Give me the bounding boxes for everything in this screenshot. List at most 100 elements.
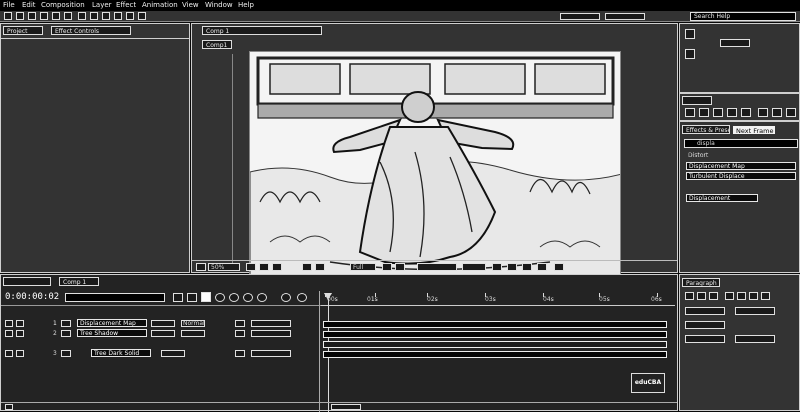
play-icon[interactable] xyxy=(713,108,723,117)
layer-row-2[interactable]: 2 Tree Shadow xyxy=(1,329,321,339)
layer-row-1[interactable]: 1 Displacement Map Normal xyxy=(1,319,321,329)
layer2-mode-select[interactable] xyxy=(181,330,205,337)
justify-right-icon[interactable] xyxy=(749,292,758,300)
flowchart-icon[interactable] xyxy=(537,263,547,271)
indent-left-field[interactable] xyxy=(685,307,725,315)
align-right-icon[interactable] xyxy=(709,292,718,300)
search-help-field[interactable]: Search Help xyxy=(690,12,796,21)
puppet-tool-icon[interactable] xyxy=(138,12,146,20)
layer1-parent-icon[interactable] xyxy=(235,320,245,327)
effect-turbulent-displace[interactable]: Turbulent Displace xyxy=(686,172,796,180)
tab-preview[interactable] xyxy=(682,96,712,105)
tab-composition[interactable]: Comp 1 xyxy=(202,26,322,35)
justify-center-icon[interactable] xyxy=(737,292,746,300)
layer2-name[interactable]: Tree Shadow xyxy=(77,329,147,337)
comp-sub-tab[interactable]: Comp1 xyxy=(202,40,232,49)
justify-left-icon[interactable] xyxy=(725,292,734,300)
layer1-audio-icon[interactable] xyxy=(16,320,24,327)
expand-switches-icon[interactable] xyxy=(5,404,13,410)
stamp-tool-icon[interactable] xyxy=(114,12,122,20)
shy-layers-icon[interactable] xyxy=(215,293,225,302)
menu-help[interactable]: Help xyxy=(238,1,254,9)
layer-row-3[interactable]: 3 Tree Dark Solid xyxy=(1,349,321,359)
brainstorm-icon[interactable] xyxy=(257,293,267,302)
hand-tool-icon[interactable] xyxy=(16,12,24,20)
tab-render-queue[interactable] xyxy=(3,277,51,286)
menu-layer[interactable]: Layer xyxy=(92,1,112,9)
tab-project[interactable]: Project xyxy=(3,26,43,35)
zoom-slider[interactable] xyxy=(331,404,361,410)
first-frame-icon[interactable] xyxy=(685,108,695,117)
graph-editor-icon[interactable] xyxy=(281,293,291,302)
first-line-indent-field[interactable] xyxy=(685,321,725,329)
menu-edit[interactable]: Edit xyxy=(22,1,36,9)
layer3-duration-bar[interactable] xyxy=(323,351,667,358)
layer2-duration-bar[interactable] xyxy=(323,331,667,338)
layer2-parent-select[interactable] xyxy=(251,330,291,337)
toggle-pixel-aspect-icon[interactable] xyxy=(492,263,502,271)
layer2-switches[interactable] xyxy=(151,330,175,337)
resolution-select[interactable]: Full xyxy=(350,263,376,271)
workspace-name[interactable] xyxy=(605,13,645,20)
layer2-audio-icon[interactable] xyxy=(16,330,24,337)
draft-3d-icon[interactable] xyxy=(201,292,211,302)
layer1-parent-select[interactable] xyxy=(251,320,291,327)
work-area-bar[interactable] xyxy=(323,341,667,348)
region-of-interest-icon[interactable] xyxy=(382,263,392,271)
type-tool-icon[interactable] xyxy=(90,12,98,20)
comp-mini-flowchart-icon[interactable] xyxy=(173,293,183,302)
magnification-icon[interactable] xyxy=(196,263,206,271)
layer3-parent-select[interactable] xyxy=(251,350,291,357)
zoom-tool-icon[interactable] xyxy=(28,12,36,20)
camera-tool-icon[interactable] xyxy=(52,12,60,20)
menu-file[interactable]: File xyxy=(3,1,15,9)
tab-effect-controls[interactable]: Effect Controls xyxy=(51,26,131,35)
menu-window[interactable]: Window xyxy=(205,1,233,9)
menu-view[interactable]: View xyxy=(182,1,199,9)
snapshot-icon[interactable] xyxy=(302,263,312,271)
justify-all-icon[interactable] xyxy=(761,292,770,300)
timeline-icon[interactable] xyxy=(522,263,532,271)
layer2-visibility-icon[interactable] xyxy=(5,330,13,337)
layer3-audio-icon[interactable] xyxy=(16,350,24,357)
exposure-icon[interactable] xyxy=(554,263,564,271)
view-layout-select[interactable] xyxy=(462,263,486,271)
next-frame-icon[interactable] xyxy=(727,108,737,117)
layer1-visibility-icon[interactable] xyxy=(5,320,13,327)
indent-right-field[interactable] xyxy=(735,307,775,315)
frame-blending-icon[interactable] xyxy=(229,293,239,302)
layer2-parent-icon[interactable] xyxy=(235,330,245,337)
space-before-field[interactable] xyxy=(685,335,725,343)
layer3-visibility-icon[interactable] xyxy=(5,350,13,357)
show-snapshot-icon[interactable] xyxy=(315,263,325,271)
layer3-switches[interactable] xyxy=(161,350,185,357)
camera-view-select[interactable] xyxy=(417,263,457,271)
motion-blur-icon[interactable] xyxy=(243,293,253,302)
timeline-search-field[interactable] xyxy=(65,293,165,302)
mask-visibility-icon[interactable] xyxy=(272,263,282,271)
transparency-grid-icon[interactable] xyxy=(395,263,405,271)
last-frame-icon[interactable] xyxy=(741,108,751,117)
align-center-icon[interactable] xyxy=(697,292,706,300)
loop-icon[interactable] xyxy=(772,108,782,117)
menu-animation[interactable]: Animation xyxy=(142,1,178,9)
space-after-field[interactable] xyxy=(735,335,775,343)
layer3-name[interactable]: Tree Dark Solid xyxy=(91,349,151,357)
effect-displacement-map[interactable]: Displacement Map xyxy=(686,162,796,170)
pan-behind-tool-icon[interactable] xyxy=(64,12,72,20)
effect-displacement[interactable]: Displacement xyxy=(686,194,758,202)
tab-paragraph[interactable]: Paragraph xyxy=(682,278,720,287)
brush-tool-icon[interactable] xyxy=(102,12,110,20)
layer1-mode-select[interactable]: Normal xyxy=(181,320,205,327)
eraser-tool-icon[interactable] xyxy=(126,12,134,20)
workspace-select[interactable] xyxy=(560,13,600,20)
layer3-parent-icon[interactable] xyxy=(235,350,245,357)
safe-zones-icon[interactable] xyxy=(246,263,256,271)
timecode[interactable]: 0:00:00:02 xyxy=(5,292,61,303)
composition-viewer[interactable] xyxy=(249,51,621,276)
time-ruler[interactable]: 00s 01s 02s 03s 04s 05s 06s xyxy=(321,293,675,306)
menu-effect[interactable]: Effect xyxy=(116,1,136,9)
menu-composition[interactable]: Composition xyxy=(41,1,85,9)
rotate-tool-icon[interactable] xyxy=(40,12,48,20)
zoom-select[interactable]: 50% xyxy=(208,263,240,271)
